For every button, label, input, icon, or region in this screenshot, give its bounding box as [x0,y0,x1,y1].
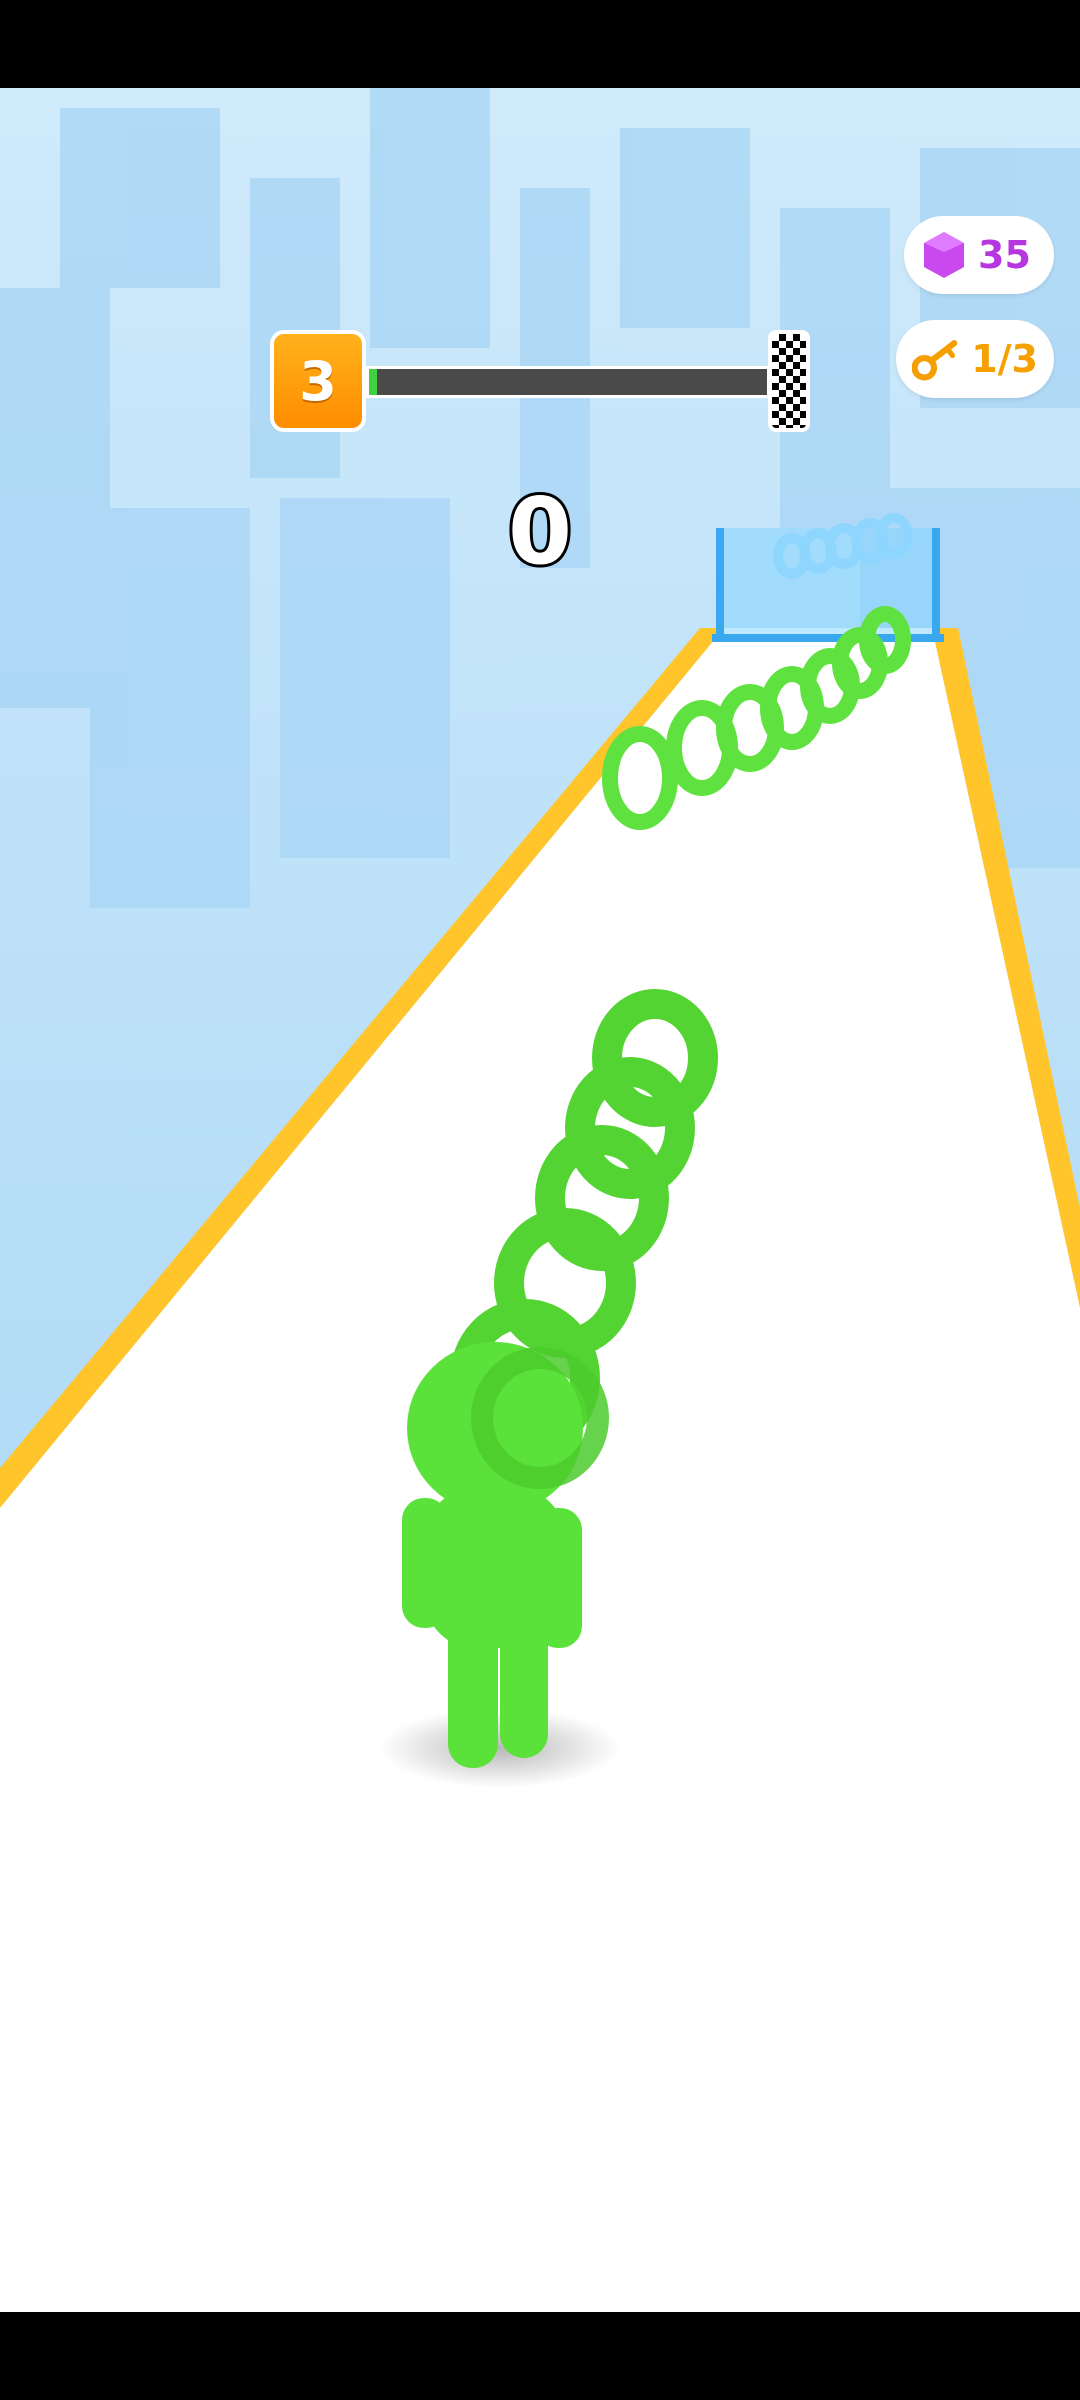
level-badge: 3 [270,330,366,432]
status-bar [0,0,1080,88]
level-progress-fill [369,369,377,395]
game-scene[interactable] [0,88,1080,2312]
gem-count: 35 [978,233,1031,277]
gem-icon [924,232,964,278]
level-progress-bar [366,366,770,398]
checkered-flag-icon [768,330,810,432]
score-counter: 0 [505,475,575,588]
key-count: 1/3 [971,337,1038,381]
gem-counter[interactable]: 35 [904,216,1054,294]
key-icon [912,340,958,381]
navigation-bar [0,2312,1080,2400]
key-counter[interactable]: 1/3 [896,320,1054,398]
